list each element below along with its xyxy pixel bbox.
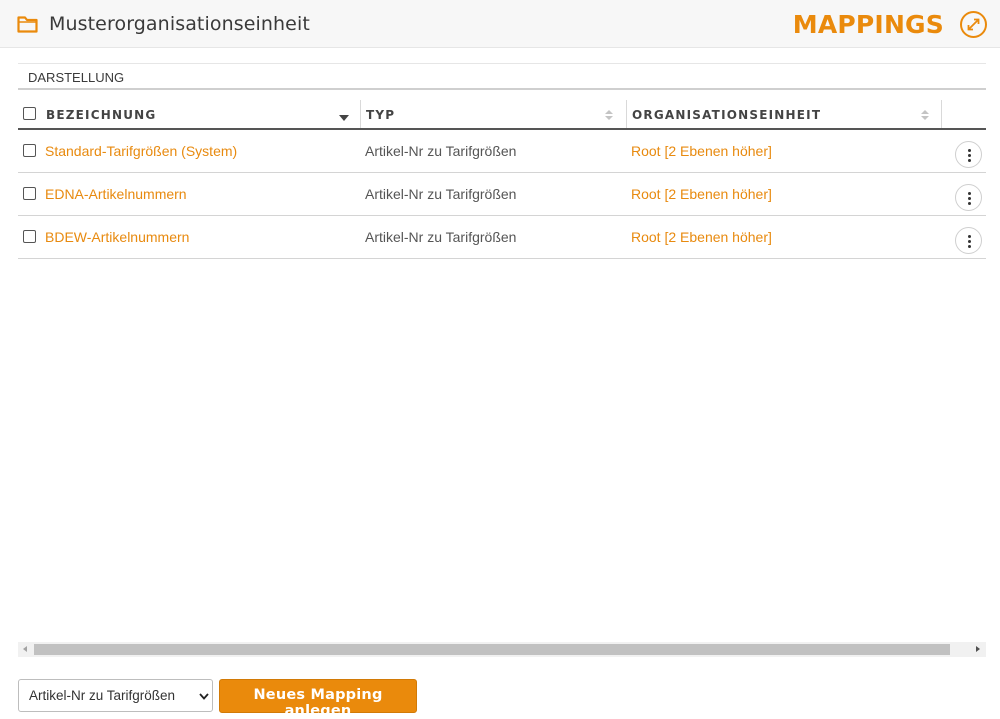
row-checkbox[interactable] bbox=[23, 187, 36, 200]
view-section: DARSTELLUNG bbox=[18, 63, 986, 90]
org-unit-link[interactable]: Root [2 Ebenen höher] bbox=[631, 186, 772, 202]
column-label: ORGANISATIONSEINHEIT bbox=[632, 108, 822, 122]
section-label: DARSTELLUNG bbox=[28, 70, 125, 85]
new-mapping-button[interactable]: Neues Mapping anlegen bbox=[219, 679, 417, 719]
scrollbar-thumb[interactable] bbox=[34, 644, 950, 655]
column-header-bezeichnung[interactable]: BEZEICHNUNG bbox=[46, 100, 360, 128]
sort-icon[interactable] bbox=[920, 109, 930, 121]
header-bar: Musterorganisationseinheit MAPPINGS bbox=[0, 0, 1000, 48]
column-divider bbox=[626, 100, 627, 128]
sort-descending-icon[interactable] bbox=[339, 112, 349, 124]
expand-icon bbox=[967, 18, 980, 31]
scroll-left-arrow-icon[interactable] bbox=[23, 646, 27, 652]
column-header-typ[interactable]: TYP bbox=[366, 100, 626, 128]
folder-icon bbox=[17, 16, 38, 33]
org-unit-link[interactable]: Root [2 Ebenen höher] bbox=[631, 229, 772, 245]
table-row: EDNA-Artikelnummern Artikel-Nr zu Tarifg… bbox=[18, 173, 986, 216]
mapping-type: Artikel-Nr zu Tarifgrößen bbox=[365, 229, 517, 245]
row-checkbox[interactable] bbox=[23, 230, 36, 243]
row-checkbox[interactable] bbox=[23, 144, 36, 157]
mapping-type: Artikel-Nr zu Tarifgrößen bbox=[365, 186, 517, 202]
column-divider bbox=[941, 100, 942, 128]
row-actions-button[interactable] bbox=[955, 227, 982, 254]
select-value: Artikel-Nr zu Tarifgrößen bbox=[29, 688, 176, 703]
sort-icon[interactable] bbox=[604, 109, 614, 121]
select-all-checkbox[interactable] bbox=[23, 107, 36, 120]
column-header-organisationseinheit[interactable]: ORGANISATIONSEINHEIT bbox=[632, 100, 932, 128]
table-header: BEZEICHNUNG TYP ORGANISATIONSEINHEIT bbox=[18, 100, 986, 130]
column-label: BEZEICHNUNG bbox=[46, 108, 157, 122]
mapping-type-select[interactable]: Artikel-Nr zu Tarifgrößen bbox=[18, 679, 213, 712]
table-row: Standard-Tarifgrößen (System) Artikel-Nr… bbox=[18, 130, 986, 173]
mapping-name-link[interactable]: EDNA-Artikelnummern bbox=[45, 186, 187, 202]
column-label: TYP bbox=[366, 108, 396, 122]
scroll-right-arrow-icon[interactable] bbox=[976, 646, 980, 652]
mapping-type: Artikel-Nr zu Tarifgrößen bbox=[365, 143, 517, 159]
table-row: BDEW-Artikelnummern Artikel-Nr zu Tarifg… bbox=[18, 216, 986, 259]
org-unit-link[interactable]: Root [2 Ebenen höher] bbox=[631, 143, 772, 159]
row-actions-button[interactable] bbox=[955, 184, 982, 211]
page-title: Musterorganisationseinheit bbox=[49, 13, 310, 35]
section-brand-title: MAPPINGS bbox=[792, 10, 944, 39]
horizontal-scrollbar[interactable] bbox=[18, 642, 986, 657]
chevron-down-icon bbox=[199, 693, 209, 700]
mapping-name-link[interactable]: Standard-Tarifgrößen (System) bbox=[45, 143, 237, 159]
expand-button[interactable] bbox=[960, 11, 987, 38]
row-actions-button[interactable] bbox=[955, 141, 982, 168]
column-divider bbox=[360, 100, 361, 128]
mapping-name-link[interactable]: BDEW-Artikelnummern bbox=[45, 229, 189, 245]
